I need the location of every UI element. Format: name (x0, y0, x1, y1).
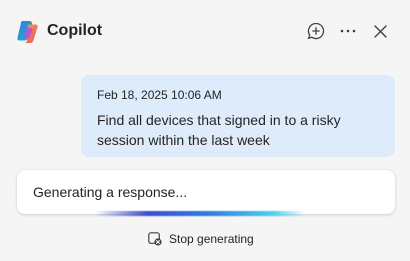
more-icon (340, 29, 356, 33)
close-icon (373, 24, 387, 38)
user-message-text: Find all devices that signed in to a ris… (97, 112, 341, 148)
copilot-header: Copilot (0, 0, 410, 62)
more-options-button[interactable] (334, 18, 362, 44)
stop-icon (148, 232, 162, 246)
user-message-bubble: Feb 18, 2025 10:06 AM Find all devices t… (81, 75, 395, 157)
close-button[interactable] (366, 18, 394, 44)
message-timestamp: Feb 18, 2025 10:06 AM (97, 88, 222, 102)
generating-status-text: Generating a response... (33, 184, 188, 200)
response-status-card: Generating a response... (17, 170, 395, 214)
app-title: Copilot (47, 22, 103, 39)
generating-progress-indicator (95, 211, 305, 216)
new-chat-button[interactable] (302, 18, 330, 44)
copilot-logo-icon (17, 21, 38, 43)
chat-add-icon (307, 22, 325, 40)
stop-generating-label: Stop generating (169, 232, 254, 246)
stop-generating-button[interactable]: Stop generating (148, 228, 254, 250)
